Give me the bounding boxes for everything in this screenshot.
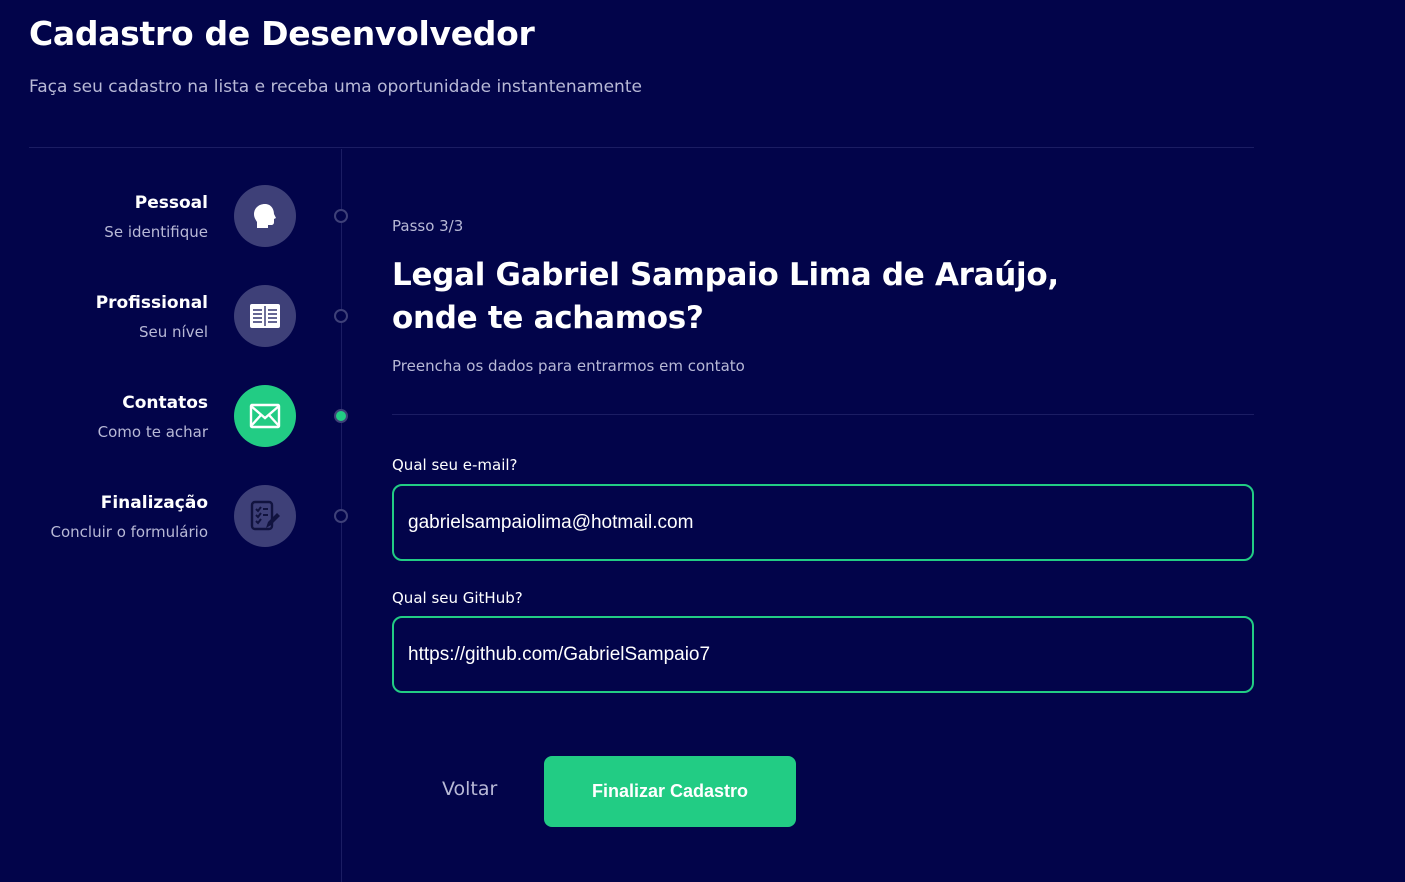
checklist-icon (234, 485, 296, 547)
step-text: Finalização Concluir o formulário (51, 492, 208, 542)
github-field[interactable] (408, 643, 1252, 666)
step-dot (334, 309, 348, 323)
step-description: Seu nível (139, 323, 208, 341)
step-text: Profissional Seu nível (96, 292, 208, 342)
step-title: Profissional (95, 293, 208, 313)
step-title: Contatos (122, 393, 208, 413)
step-description: Concluir o formulário (50, 523, 208, 541)
step-description: Se identifique (104, 223, 208, 241)
step-counter: Passo 3/3 (392, 217, 464, 235)
page-subtitle: Faça seu cadastro na lista e receba uma … (29, 77, 642, 97)
email-label: Qual seu e-mail? (392, 456, 518, 474)
form-title: Legal Gabriel Sampaio Lima de Araújo, on… (392, 257, 1059, 336)
step-pessoal[interactable]: Pessoal Se identifique (0, 185, 348, 249)
step-dot (334, 509, 348, 523)
step-profissional[interactable]: Profissional Seu nível (0, 285, 348, 349)
email-field-box (392, 484, 1254, 561)
step-title: Finalização (100, 493, 208, 513)
github-field-box (392, 616, 1254, 693)
email-field[interactable] (408, 511, 1252, 534)
user-head-icon (234, 185, 296, 247)
back-button[interactable]: Voltar (442, 778, 497, 800)
step-contatos[interactable]: Contatos Como te achar (0, 385, 348, 449)
form-divider (392, 414, 1254, 415)
github-label: Qual seu GitHub? (392, 589, 523, 607)
step-title: Pessoal (134, 193, 208, 213)
step-dot (334, 209, 348, 223)
registration-page: Cadastro de Desenvolvedor Faça seu cadas… (0, 0, 1405, 882)
header-divider (29, 147, 1254, 148)
form-subtitle: Preencha os dados para entrarmos em cont… (392, 357, 745, 375)
step-finalizacao[interactable]: Finalização Concluir o formulário (0, 485, 348, 549)
page-title: Cadastro de Desenvolvedor (29, 14, 535, 53)
step-text: Contatos Como te achar (98, 392, 208, 442)
step-text: Pessoal Se identifique (104, 192, 208, 242)
step-description: Como te achar (97, 423, 208, 441)
finish-button[interactable]: Finalizar Cadastro (544, 756, 796, 827)
book-icon (234, 285, 296, 347)
step-dot-active (334, 409, 348, 423)
mail-icon (234, 385, 296, 447)
